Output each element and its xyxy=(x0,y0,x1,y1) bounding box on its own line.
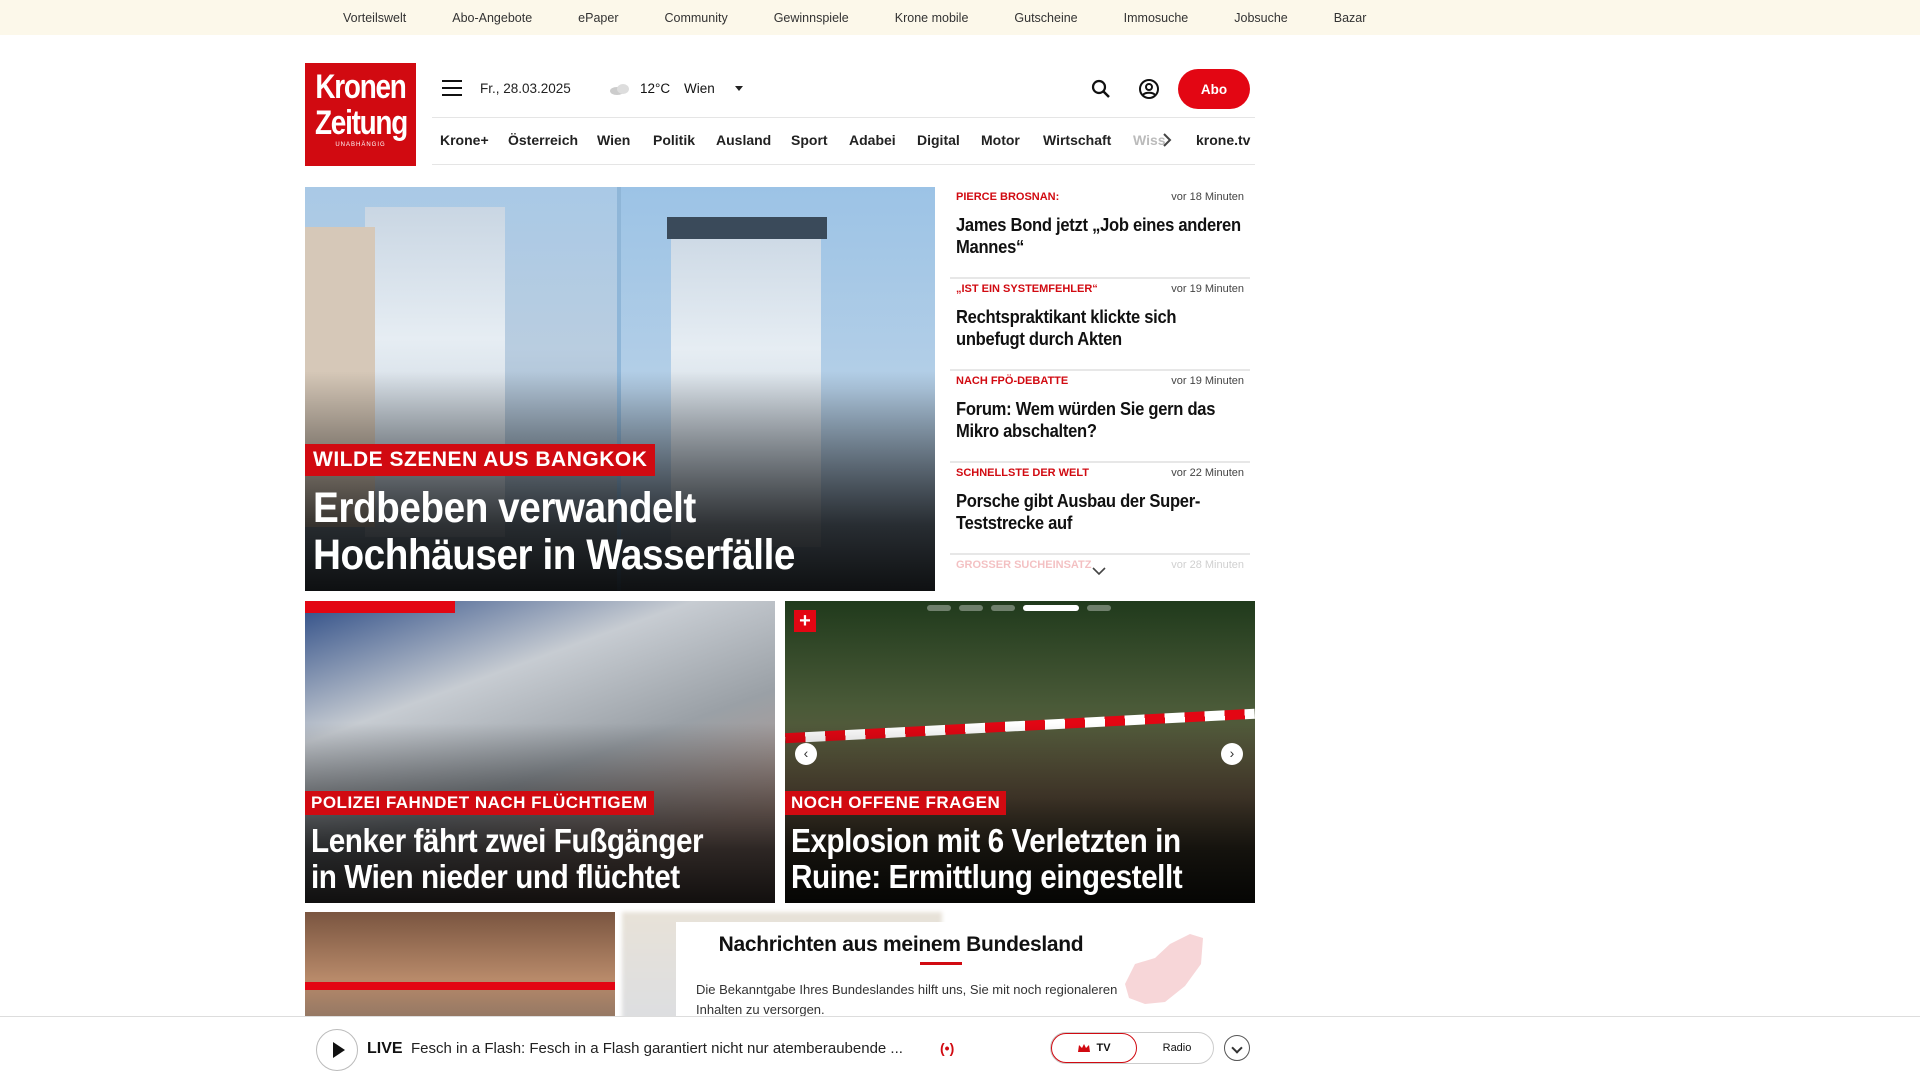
player-title: Fesch in a Flash: Fesch in a Flash garan… xyxy=(411,1040,903,1057)
list-item[interactable]: NACH FPÖ-DEBATTE vor 19 Minuten Forum: W… xyxy=(950,371,1250,463)
logo-line-2: Zeitung xyxy=(314,104,408,142)
news-title: Forum: Wem würden Sie gern das Mikro abs… xyxy=(956,399,1216,441)
card-headline: Lenker fährt zwei Fußgänger in Wien nied… xyxy=(311,822,704,895)
expand-player-button[interactable] xyxy=(1224,1035,1250,1061)
nav-item-krone-tv[interactable]: krone.tv xyxy=(1196,132,1250,148)
utility-links: Vorteilswelt Abo-Angebote ePaper Communi… xyxy=(343,0,1412,35)
utility-link-jobsuche[interactable]: Jobsuche xyxy=(1234,11,1288,25)
news-time: vor 19 Minuten xyxy=(1171,283,1244,295)
nav-item-digital[interactable]: Digital xyxy=(917,132,960,148)
carousel-prev-button[interactable]: ‹ xyxy=(795,743,817,765)
austria-map-icon xyxy=(1125,934,1203,1004)
live-player-bar xyxy=(0,1016,1920,1080)
play-button[interactable] xyxy=(316,1029,358,1071)
card-kicker-tag: NOCH OFFENE FRAGEN xyxy=(785,791,1007,815)
list-item[interactable]: „IST EIN SYSTEMFEHLER“ vor 19 Minuten Re… xyxy=(950,279,1250,371)
hero-article[interactable]: WILDE SZENEN AUS BANGKOK Erdbeben verwan… xyxy=(305,187,935,591)
news-time: vor 28 Minuten xyxy=(1171,559,1244,571)
card-kicker-tag: POLIZEI FAHNDET NACH FLÜCHTIGEM xyxy=(305,791,654,815)
article-card-explosion[interactable]: NOCH OFFENE FRAGEN Explosion mit 6 Verle… xyxy=(785,601,1255,903)
article-card-police[interactable]: POLIZEI FAHNDET NACH FLÜCHTIGEM Lenker f… xyxy=(305,601,775,903)
bundesland-heading: Nachrichten aus meinem Bundesland xyxy=(718,933,1084,956)
news-time: vor 22 Minuten xyxy=(1171,467,1244,479)
list-item[interactable]: PIERCE BROSNAN: vor 18 Minuten James Bon… xyxy=(950,187,1250,279)
live-label: LIVE xyxy=(367,1040,403,1057)
carousel-dot[interactable] xyxy=(1087,605,1111,611)
bundesland-text: Die Bekanntgabe Ihres Bundeslandes hilft… xyxy=(696,982,1118,1017)
nav-item-adabei[interactable]: Adabei xyxy=(849,132,896,148)
list-item[interactable]: SCHNELLSTE DER WELT vor 22 Minuten Porsc… xyxy=(950,463,1250,555)
current-date: Fr., 28.03.2025 xyxy=(480,81,571,96)
tab-tv[interactable]: TV xyxy=(1051,1033,1137,1063)
news-title: James Bond jetzt „Job eines anderen Mann… xyxy=(956,215,1241,257)
nav-item-wirtschaft[interactable]: Wirtschaft xyxy=(1043,132,1111,148)
news-title: Porsche gibt Ausbau der Super-Teststreck… xyxy=(956,491,1201,533)
utility-link-vorteilswelt[interactable]: Vorteilswelt xyxy=(343,11,406,25)
nav-item-oesterreich[interactable]: Österreich xyxy=(508,132,578,148)
card-headline: Explosion mit 6 Verletzten in Ruine: Erm… xyxy=(791,822,1183,895)
crown-icon xyxy=(1078,1044,1091,1052)
menu-icon[interactable] xyxy=(442,80,462,96)
utility-link-gewinnspiele[interactable]: Gewinnspiele xyxy=(774,11,849,25)
chevron-right-icon[interactable] xyxy=(1162,132,1172,148)
tv-radio-toggle: TV Radio xyxy=(1050,1032,1214,1064)
news-time: vor 19 Minuten xyxy=(1171,375,1244,387)
weather-city[interactable]: Wien xyxy=(684,81,715,96)
abo-button[interactable]: Abo xyxy=(1178,69,1250,109)
krone-plus-badge: + xyxy=(794,610,816,632)
user-account-icon[interactable] xyxy=(1138,78,1160,100)
utility-link-bazar[interactable]: Bazar xyxy=(1334,11,1367,25)
divider xyxy=(432,164,1255,165)
carousel-dot[interactable] xyxy=(991,605,1015,611)
nav-item-motor[interactable]: Motor xyxy=(981,132,1020,148)
hero-headline: Erdbeben verwandelt Hochhäuser in Wasser… xyxy=(313,484,795,579)
utility-link-immosuche[interactable]: Immosuche xyxy=(1124,11,1189,25)
carousel-dot-active[interactable] xyxy=(1023,605,1079,611)
weather-temperature: 12°C xyxy=(640,81,671,96)
carousel-dot[interactable] xyxy=(959,605,983,611)
utility-link-community[interactable]: Community xyxy=(664,11,727,25)
search-icon[interactable] xyxy=(1090,78,1112,100)
top-utility-bar: Vorteilswelt Abo-Angebote ePaper Communi… xyxy=(0,0,1920,35)
nav-item-krone-plus[interactable]: Krone+ xyxy=(440,132,489,148)
carousel-dots xyxy=(927,605,1119,611)
latest-news-list: PIERCE BROSNAN: vor 18 Minuten James Bon… xyxy=(950,187,1250,577)
utility-link-gutscheine[interactable]: Gutscheine xyxy=(1014,11,1077,25)
logo-line-1: Kronen xyxy=(315,68,406,106)
broadcast-icon: (•) xyxy=(940,1040,955,1056)
carousel-next-button[interactable]: › xyxy=(1221,743,1243,765)
carousel-dot[interactable] xyxy=(927,605,951,611)
kronen-zeitung-logo[interactable]: Kronen Zeitung UNABHÄNGIG xyxy=(305,63,416,166)
nav-item-wien[interactable]: Wien xyxy=(597,132,630,148)
utility-link-abo-angebote[interactable]: Abo-Angebote xyxy=(452,11,532,25)
nav-item-ausland[interactable]: Ausland xyxy=(716,132,771,148)
hero-kicker-tag: WILDE SZENEN AUS BANGKOK xyxy=(305,444,656,476)
nav-item-politik[interactable]: Politik xyxy=(653,132,695,148)
nav-item-wissen-truncated[interactable]: Wiss xyxy=(1133,132,1166,148)
chevron-down-icon[interactable] xyxy=(735,86,743,91)
utility-link-epaper[interactable]: ePaper xyxy=(578,11,618,25)
chevron-down-icon[interactable] xyxy=(1091,566,1107,576)
logo-tagline: UNABHÄNGIG xyxy=(335,142,386,148)
nav-item-sport[interactable]: Sport xyxy=(791,132,828,148)
news-time: vor 18 Minuten xyxy=(1171,191,1244,203)
utility-link-krone-mobile[interactable]: Krone mobile xyxy=(895,11,969,25)
tab-radio[interactable]: Radio xyxy=(1147,1033,1207,1063)
news-title: Rechtspraktikant klickte sich unbefugt d… xyxy=(956,307,1177,349)
cloud-icon xyxy=(610,84,629,95)
main-navigation: Krone+ Österreich Wien Politik Ausland S… xyxy=(432,118,1255,164)
